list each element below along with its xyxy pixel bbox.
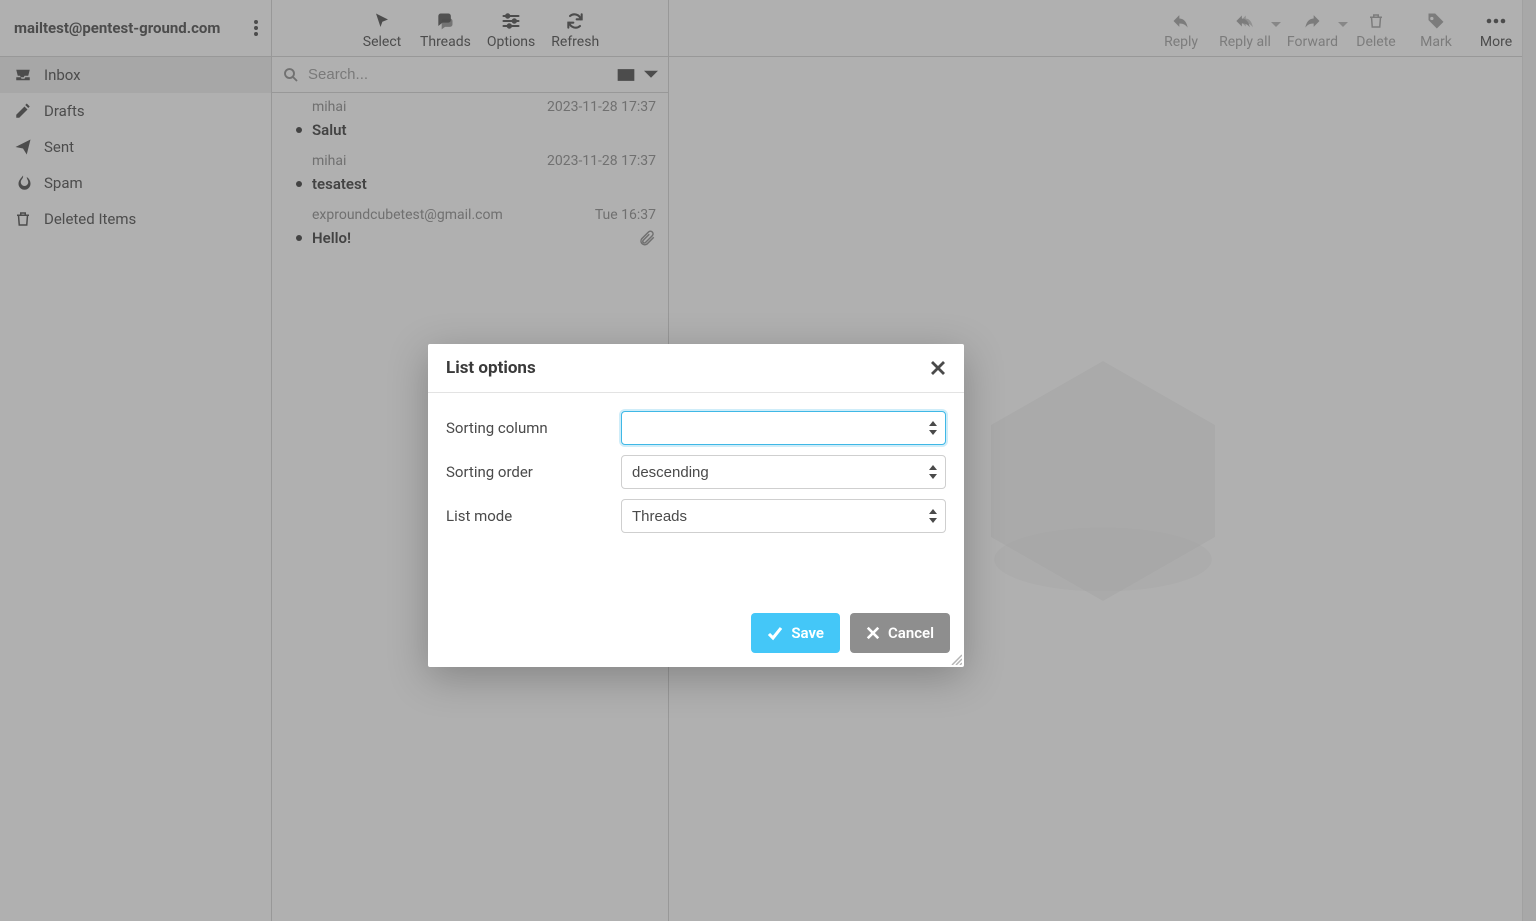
sorting-column-label: Sorting column bbox=[446, 419, 621, 437]
dialog-body: Sorting column Sorting order descending … bbox=[428, 393, 964, 561]
list-mode-select-wrap: Threads bbox=[621, 499, 946, 533]
list-mode-label: List mode bbox=[446, 507, 621, 525]
cancel-button[interactable]: Cancel bbox=[850, 613, 950, 653]
sorting-column-row: Sorting column bbox=[446, 411, 946, 445]
list-mode-row: List mode Threads bbox=[446, 499, 946, 533]
dialog-title: List options bbox=[446, 358, 536, 378]
close-icon bbox=[866, 626, 880, 640]
check-icon bbox=[767, 625, 783, 641]
sorting-column-select-wrap bbox=[621, 411, 946, 445]
save-button[interactable]: Save bbox=[751, 613, 840, 653]
list-mode-select[interactable]: Threads bbox=[621, 499, 946, 533]
dialog-footer: Save Cancel bbox=[428, 601, 964, 667]
cancel-label: Cancel bbox=[888, 624, 934, 642]
sorting-order-select-wrap: descending bbox=[621, 455, 946, 489]
resize-grip-icon[interactable] bbox=[950, 653, 962, 665]
close-icon bbox=[930, 360, 946, 376]
list-options-dialog: List options Sorting column Sorting orde… bbox=[428, 344, 964, 667]
dialog-header: List options bbox=[428, 344, 964, 393]
sorting-order-label: Sorting order bbox=[446, 463, 621, 481]
app-root: mailtest@pentest-ground.com Select Threa… bbox=[0, 0, 1536, 921]
sorting-order-select[interactable]: descending bbox=[621, 455, 946, 489]
close-button[interactable] bbox=[930, 360, 946, 376]
sorting-order-row: Sorting order descending bbox=[446, 455, 946, 489]
save-label: Save bbox=[791, 624, 824, 642]
sorting-column-select[interactable] bbox=[621, 411, 946, 445]
